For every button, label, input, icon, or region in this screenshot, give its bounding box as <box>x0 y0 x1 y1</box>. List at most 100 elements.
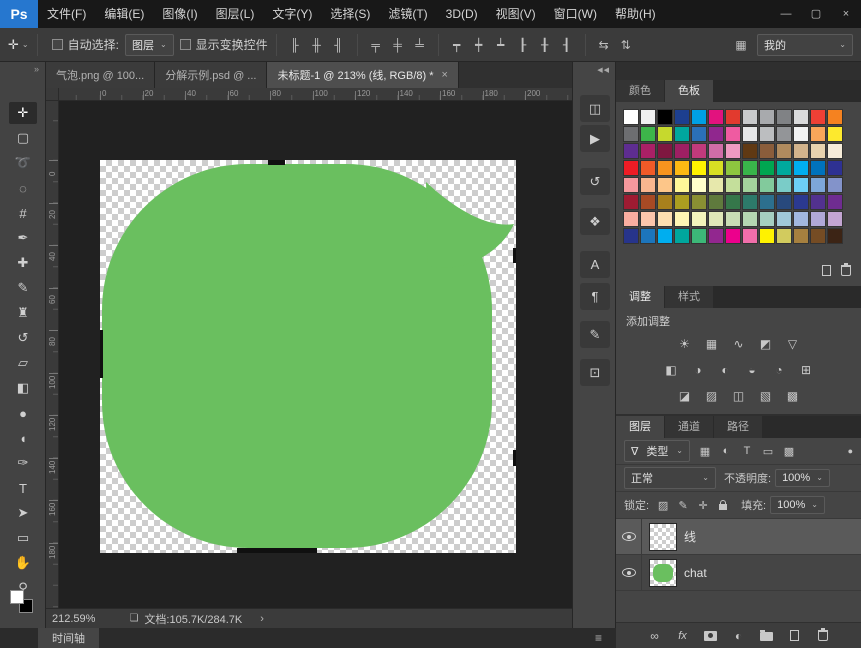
current-tool-indicator[interactable]: ✛ ⌄ <box>8 37 29 53</box>
pixel-filter-icon[interactable]: ▦ <box>696 442 714 460</box>
color-swatch[interactable] <box>793 109 809 125</box>
fill-select[interactable]: 100% ⌄ <box>770 496 825 514</box>
blend-mode-select[interactable]: 正常 ⌄ <box>624 467 716 489</box>
color-swatch[interactable] <box>776 160 792 176</box>
workspace-select[interactable]: 我的 ⌄ <box>757 33 853 56</box>
color-swatch[interactable] <box>827 143 843 159</box>
link-layers-button[interactable]: ∞ <box>644 626 666 646</box>
color-swatch[interactable] <box>674 109 690 125</box>
invert-icon[interactable]: ◪ <box>675 386 695 406</box>
color-swatch[interactable] <box>827 194 843 210</box>
color-swatch[interactable] <box>640 228 656 244</box>
spacing-icon-0[interactable]: ⇆ <box>594 35 614 55</box>
tab-timeline[interactable]: 时间轴 <box>38 628 99 648</box>
crop-tool[interactable]: # <box>9 202 37 224</box>
color-swatch[interactable] <box>810 143 826 159</box>
color-swatch[interactable] <box>776 143 792 159</box>
smart-object-filter-icon[interactable]: ▩ <box>780 442 798 460</box>
channel-mixer-icon[interactable]: ◔ <box>769 360 789 380</box>
color-swatch[interactable] <box>793 177 809 193</box>
adjustment-filter-icon[interactable]: ◐ <box>717 442 735 460</box>
color-swatch[interactable] <box>725 228 741 244</box>
clone-source-panel-icon[interactable]: ⊡ <box>580 359 610 386</box>
ruler-corner[interactable] <box>46 88 59 101</box>
color-swatch[interactable] <box>691 143 707 159</box>
color-swatch[interactable] <box>674 194 690 210</box>
color-swatch[interactable] <box>725 211 741 227</box>
history-panel-icon[interactable]: ↺ <box>580 168 610 195</box>
color-swatch[interactable] <box>827 211 843 227</box>
menu-item-5[interactable]: 选择(S) <box>321 0 379 28</box>
color-swatch[interactable] <box>725 194 741 210</box>
color-swatch[interactable] <box>810 109 826 125</box>
brush-settings-panel-icon[interactable]: ✎ <box>580 321 610 348</box>
marquee-tool[interactable]: ▢ <box>9 127 37 149</box>
clone-stamp-tool[interactable]: ♜ <box>9 302 37 324</box>
pen-tool[interactable]: ✑ <box>9 452 37 474</box>
color-swatch[interactable] <box>623 177 639 193</box>
color-swatch[interactable] <box>674 228 690 244</box>
color-swatch[interactable] <box>708 194 724 210</box>
color-swatch[interactable] <box>657 126 673 142</box>
brightness-contrast-icon[interactable]: ☀ <box>675 334 695 354</box>
color-swatch[interactable] <box>827 109 843 125</box>
color-swatch[interactable] <box>623 143 639 159</box>
color-swatch[interactable] <box>827 126 843 142</box>
align-v-icon-1[interactable]: ╪ <box>388 35 408 55</box>
delete-layer-button[interactable] <box>812 626 834 646</box>
align-icon-0[interactable]: ╟ <box>285 35 305 55</box>
levels-icon[interactable]: ▦ <box>702 334 722 354</box>
color-swatch[interactable] <box>742 126 758 142</box>
color-swatch[interactable] <box>725 126 741 142</box>
color-swatch[interactable] <box>742 194 758 210</box>
brush-presets-panel-icon[interactable]: ❖ <box>580 208 610 235</box>
color-swatch[interactable] <box>657 211 673 227</box>
quick-selection-tool[interactable]: ◌ <box>9 177 37 199</box>
tab-adjustments-0[interactable]: 调整 <box>616 286 664 308</box>
color-swatch[interactable] <box>793 126 809 142</box>
color-swatch[interactable] <box>742 211 758 227</box>
color-swatch[interactable] <box>640 143 656 159</box>
lock-paint-icon[interactable]: ✎ <box>675 496 691 514</box>
selective-color-icon[interactable]: ▧ <box>756 386 776 406</box>
menu-item-0[interactable]: 文件(F) <box>38 0 95 28</box>
color-swatch[interactable] <box>640 177 656 193</box>
color-swatch[interactable] <box>708 109 724 125</box>
lock-position-icon[interactable]: ✛ <box>695 496 711 514</box>
distribute-icon-4[interactable]: ╂ <box>535 35 555 55</box>
posterize-icon[interactable]: ▨ <box>702 386 722 406</box>
layer-style-button[interactable]: fx <box>672 626 694 646</box>
horizontal-ruler[interactable]: 0 20 40 60 80 100 120 140 160 180 200 <box>59 88 572 101</box>
tab-colors-1[interactable]: 色板 <box>665 80 713 102</box>
color-swatch[interactable] <box>623 211 639 227</box>
lock-all-icon[interactable] <box>715 496 731 514</box>
eyedropper-tool[interactable]: ✒ <box>9 227 37 249</box>
dodge-tool[interactable]: ◖ <box>9 427 37 449</box>
layer-filter-type-select[interactable]: ∇ 类型 ⌄ <box>624 440 690 462</box>
align-icon-2[interactable]: ╢ <box>329 35 349 55</box>
color-swatch[interactable] <box>708 126 724 142</box>
lock-transparent-icon[interactable]: ▨ <box>655 496 671 514</box>
distribute-icon-0[interactable]: ┯ <box>447 35 467 55</box>
color-swatch[interactable] <box>742 177 758 193</box>
color-swatch[interactable] <box>725 177 741 193</box>
color-swatch[interactable] <box>810 160 826 176</box>
shape-filter-icon[interactable]: ▭ <box>759 442 777 460</box>
color-swatch[interactable] <box>691 126 707 142</box>
delete-swatch-button[interactable] <box>841 263 851 281</box>
color-swatch[interactable] <box>708 160 724 176</box>
color-swatch[interactable] <box>759 228 775 244</box>
color-swatch[interactable] <box>640 211 656 227</box>
color-swatch[interactable] <box>810 126 826 142</box>
layer-visibility-toggle[interactable] <box>616 554 642 591</box>
brush-tool[interactable]: ✎ <box>9 277 37 299</box>
color-swatch[interactable] <box>657 160 673 176</box>
tab-colors-0[interactable]: 颜色 <box>616 80 664 102</box>
document-tab-1[interactable]: 分解示例.psd @ ... <box>155 62 268 88</box>
color-swatch[interactable] <box>725 143 741 159</box>
status-chevron-icon[interactable]: › <box>260 613 264 625</box>
gradient-tool[interactable]: ◧ <box>9 377 37 399</box>
actions-panel-icon[interactable]: ▶ <box>580 125 610 152</box>
color-swatch[interactable] <box>776 109 792 125</box>
color-swatch[interactable] <box>623 126 639 142</box>
